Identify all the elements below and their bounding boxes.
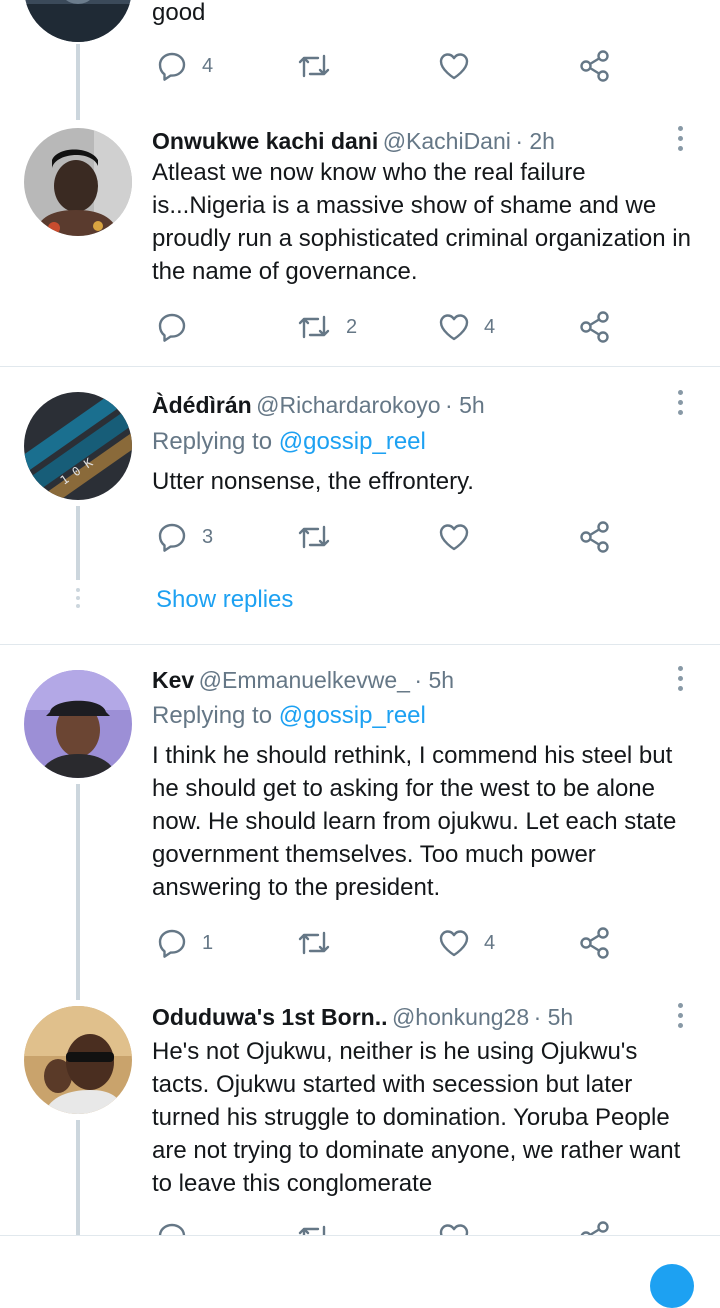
retweet-button[interactable] (296, 1220, 332, 1235)
share-icon (580, 521, 609, 553)
reply-icon (158, 929, 186, 958)
like-icon (439, 930, 469, 957)
replying-to: Replying to @gossip_reel (152, 427, 426, 457)
thread-line (76, 784, 80, 1000)
author-name[interactable]: Àdédìrán (152, 392, 252, 418)
more-icon (677, 666, 683, 671)
avatar[interactable] (24, 128, 132, 236)
tweet-text: Atleast we now know who the real failure… (152, 159, 691, 285)
author-name[interactable]: Onwukwe kachi dani (152, 128, 378, 154)
reply-count: 4 (202, 54, 214, 77)
more-icon (677, 126, 683, 131)
tweet-header: Kev @Emmanuelkevwe_ · 5h (152, 665, 454, 699)
divider (0, 644, 720, 645)
replying-to: Replying to @gossip_reel (152, 701, 426, 731)
share-icon (580, 311, 609, 343)
replying-to-link[interactable]: @gossip_reel (279, 428, 426, 455)
show-replies-link[interactable]: Show replies (156, 585, 293, 615)
retweet-icon (298, 525, 330, 549)
replying-label: Replying to (152, 428, 273, 455)
like-icon (439, 1224, 469, 1235)
author-handle[interactable]: @honkung28 (392, 1004, 529, 1030)
retweet-button[interactable] (296, 926, 332, 960)
like-count: 4 (484, 315, 496, 338)
reply-button[interactable]: 3 (156, 520, 213, 554)
author-name[interactable]: Kev (152, 667, 194, 693)
reply-button[interactable]: 1 (156, 926, 213, 960)
tweet-text: I think he should rethink, I commend his… (152, 742, 677, 901)
replying-label: Replying to (152, 702, 273, 729)
reply-icon (158, 52, 186, 81)
share-icon (580, 1221, 609, 1235)
share-button[interactable] (578, 926, 612, 960)
reply-count: 3 (202, 525, 214, 548)
more-button[interactable] (668, 126, 692, 154)
like-count: 4 (484, 931, 496, 954)
like-button[interactable] (438, 520, 470, 554)
share-icon (580, 50, 609, 82)
like-button[interactable] (438, 49, 470, 83)
avatar[interactable]: 1 0 K (24, 392, 132, 500)
retweet-button[interactable]: 2 (296, 310, 357, 344)
action-row-partial (0, 1218, 720, 1235)
retweet-count: 2 (346, 315, 358, 338)
compose-button[interactable] (650, 1264, 694, 1308)
reply-icon (158, 313, 186, 342)
thread-dots (76, 588, 80, 612)
tweet-time: · 5h (533, 1004, 574, 1030)
tweet-time: · 5h (414, 667, 455, 693)
tweet-text: good (152, 0, 206, 26)
bottom-bar (0, 1235, 720, 1308)
like-button[interactable]: 4 (438, 926, 495, 960)
like-icon (439, 524, 469, 551)
tweet-time: · 2h (515, 128, 555, 154)
author-handle[interactable]: @Richardarokoyo (256, 392, 440, 418)
retweet-icon (298, 54, 330, 78)
divider (0, 366, 720, 367)
more-icon (677, 1003, 683, 1008)
retweet-icon (298, 315, 330, 339)
like-icon (439, 53, 469, 80)
more-button[interactable] (668, 1003, 692, 1031)
tweet-header: Àdédìrán @Richardarokoyo · 5h (152, 390, 485, 424)
more-button[interactable] (668, 390, 692, 418)
author-handle[interactable]: @KachiDani (383, 128, 511, 154)
avatar-top[interactable] (24, 0, 132, 42)
reply-icon (158, 1223, 186, 1235)
share-icon (580, 927, 609, 959)
avatar[interactable] (24, 670, 132, 778)
tweet-time: · 5h (445, 392, 485, 418)
tweet-header: Onwukwe kachi dani @KachiDani · 2h (152, 126, 555, 160)
tweet-text: Utter nonsense, the effrontery. (152, 468, 474, 495)
share-button[interactable] (578, 1220, 612, 1235)
share-button[interactable] (578, 520, 612, 554)
reply-button[interactable]: 4 (156, 49, 213, 83)
thread-line (76, 44, 80, 120)
like-button[interactable]: 4 (438, 310, 495, 344)
replying-to-link[interactable]: @gossip_reel (279, 702, 426, 729)
share-button[interactable] (578, 49, 612, 83)
tweet-header: Oduduwa's 1st Born.. @honkung28 · 5h (152, 1002, 573, 1036)
reply-button[interactable] (156, 310, 188, 344)
retweet-button[interactable] (296, 49, 332, 83)
author-name[interactable]: Oduduwa's 1st Born.. (152, 1004, 388, 1030)
more-icon (677, 390, 683, 395)
share-button[interactable] (578, 310, 612, 344)
thread-line (76, 506, 80, 580)
like-icon (439, 314, 469, 341)
retweet-icon (298, 1225, 326, 1235)
retweet-icon (298, 931, 330, 955)
more-button[interactable] (668, 666, 692, 694)
avatar[interactable] (24, 1006, 132, 1114)
author-handle[interactable]: @Emmanuelkevwe_ (199, 667, 410, 693)
retweet-button[interactable] (296, 520, 332, 554)
reply-count: 1 (202, 931, 214, 954)
reply-button[interactable] (156, 1220, 188, 1235)
like-button[interactable] (438, 1220, 470, 1235)
tweet-text: He's not Ojukwu, neither is he using Oju… (152, 1038, 681, 1197)
reply-icon (158, 523, 186, 552)
